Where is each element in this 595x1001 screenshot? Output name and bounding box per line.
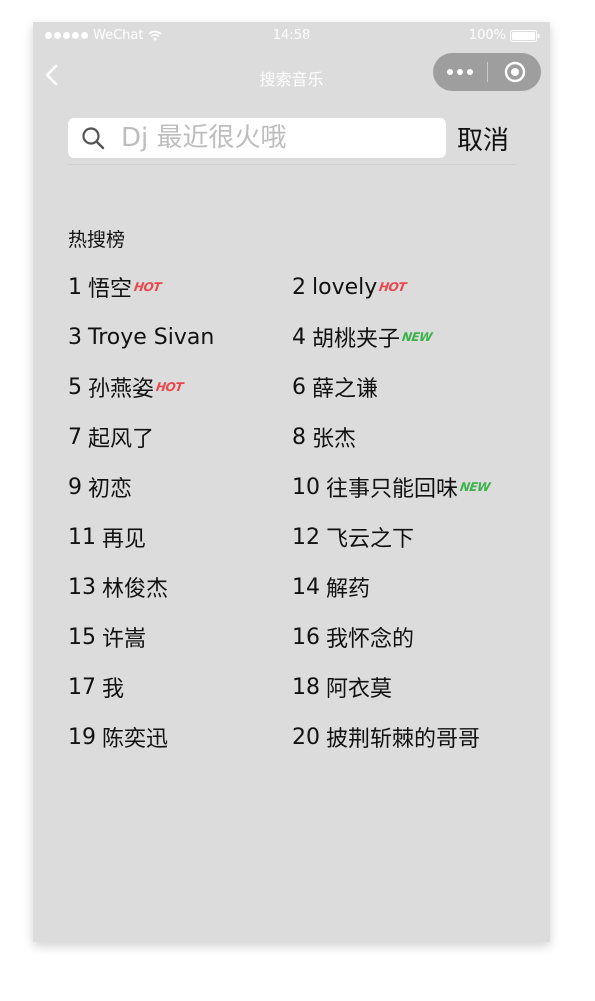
- hot-item-rank: 12: [292, 524, 320, 550]
- hot-item-name: 胡桃夹子: [312, 327, 401, 352]
- hot-list-item[interactable]: 8 张杰: [292, 412, 508, 462]
- hot-item-rank: 15: [68, 624, 96, 650]
- hot-list-item[interactable]: 14 解药: [292, 562, 508, 612]
- hot-item-name: lovely: [312, 274, 378, 300]
- new-badge: NEW: [459, 480, 491, 494]
- hot-list-item[interactable]: 4 胡桃夹子 NEW: [292, 312, 508, 362]
- hot-item-rank: 10: [292, 474, 320, 500]
- search-box[interactable]: [68, 118, 446, 158]
- hot-item-name: 薛之谦: [312, 377, 379, 402]
- hot-list-item[interactable]: 3 Troye Sivan: [68, 312, 292, 362]
- hot-badge: HOT: [133, 280, 162, 294]
- hot-item-rank: 4: [292, 324, 306, 350]
- status-bar: WeChat 14:58 100%: [33, 22, 550, 50]
- hot-list-item[interactable]: 10 往事只能回味 NEW: [292, 462, 508, 512]
- hot-list: 1 悟空 HOT 2 lovely HOT 3 Troye Sivan 4 胡桃夹子 NEW 5 孙燕姿…: [68, 262, 508, 762]
- hot-item-rank: 14: [292, 574, 320, 600]
- hot-badge: HOT: [378, 280, 408, 294]
- hot-list-item[interactable]: 17 我: [68, 662, 292, 712]
- hot-item-name: 解药: [326, 577, 371, 602]
- nav-bar: 搜索音乐: [33, 50, 550, 98]
- hot-list-item[interactable]: 2 lovely HOT: [292, 262, 508, 312]
- hot-list-item[interactable]: 18 阿衣莫: [292, 662, 508, 712]
- hot-list-item[interactable]: 11 再见: [68, 512, 292, 562]
- hot-item-name: 我: [102, 677, 125, 702]
- hot-item-name: 初恋: [88, 477, 133, 502]
- status-right: 100%: [469, 28, 540, 43]
- hot-item-name: 张杰: [312, 427, 357, 452]
- hot-list-item[interactable]: 1 悟空 HOT: [68, 262, 292, 312]
- new-badge: NEW: [401, 330, 433, 344]
- hot-item-name: 再见: [102, 527, 147, 552]
- hot-item-name: 孙燕姿: [88, 377, 155, 402]
- hot-item-rank: 7: [68, 424, 82, 450]
- hot-list-item[interactable]: 15 许嵩: [68, 612, 292, 662]
- search-row: 取消: [68, 118, 516, 165]
- hot-list-item[interactable]: 16 我怀念的: [292, 612, 508, 662]
- hot-list-item[interactable]: 12 飞云之下: [292, 512, 508, 562]
- hot-item-name: 阿衣莫: [326, 677, 393, 702]
- search-input[interactable]: [121, 123, 441, 153]
- hot-item-name: 飞云之下: [326, 527, 415, 552]
- hot-item-name: 悟空: [88, 277, 133, 302]
- search-divider: [68, 164, 516, 165]
- search-icon: [82, 127, 105, 150]
- target-close-icon: [504, 61, 525, 83]
- hot-item-rank: 2: [292, 274, 306, 300]
- hot-item-rank: 8: [292, 424, 306, 450]
- hot-list-item[interactable]: 6 薛之谦: [292, 362, 508, 412]
- hot-list-title: 热搜榜: [68, 229, 126, 251]
- hot-item-name: Troye Sivan: [88, 324, 215, 350]
- hot-list-item[interactable]: 19 陈奕迅: [68, 712, 292, 762]
- hot-list-item[interactable]: 13 林俊杰: [68, 562, 292, 612]
- hot-item-rank: 16: [292, 624, 320, 650]
- hot-item-rank: 11: [68, 524, 96, 550]
- hot-item-rank: 6: [292, 374, 306, 400]
- phone-screen: WeChat 14:58 100% 搜索音乐 Dj 最近很火哦 取消 热搜榜 1…: [33, 22, 550, 942]
- more-menu-button[interactable]: [433, 53, 487, 91]
- battery-icon: [510, 29, 540, 42]
- hot-list-item[interactable]: 20 披荆斩棘的哥哥: [292, 712, 508, 762]
- hot-item-name: 我怀念的: [326, 627, 415, 652]
- close-miniprogram-button[interactable]: [488, 53, 541, 91]
- hot-item-rank: 5: [68, 374, 82, 400]
- miniprogram-capsule: [433, 53, 541, 91]
- hot-list-item[interactable]: 9 初恋: [68, 462, 292, 512]
- hot-item-rank: 9: [68, 474, 82, 500]
- hot-item-name: 林俊杰: [102, 577, 169, 602]
- hot-item-rank: 18: [292, 674, 320, 700]
- hot-list-item[interactable]: 5 孙燕姿 HOT: [68, 362, 292, 412]
- hot-item-name: 许嵩: [102, 627, 147, 652]
- cancel-button[interactable]: 取消: [457, 120, 509, 157]
- hot-item-rank: 13: [68, 574, 96, 600]
- hot-item-rank: 20: [292, 724, 320, 750]
- hot-list-item[interactable]: 7 起风了: [68, 412, 292, 462]
- hot-item-name: 起风了: [88, 427, 155, 452]
- hot-item-rank: 17: [68, 674, 96, 700]
- hot-item-rank: 19: [68, 724, 96, 750]
- battery-percent: 100%: [468, 28, 506, 43]
- hot-item-rank: 1: [68, 274, 82, 300]
- hot-item-name: 陈奕迅: [102, 727, 169, 752]
- hot-item-name: 披荆斩棘的哥哥: [326, 727, 481, 752]
- hot-item-name: 往事只能回味: [326, 477, 459, 502]
- hot-item-rank: 3: [68, 324, 82, 350]
- hot-badge: HOT: [155, 380, 184, 394]
